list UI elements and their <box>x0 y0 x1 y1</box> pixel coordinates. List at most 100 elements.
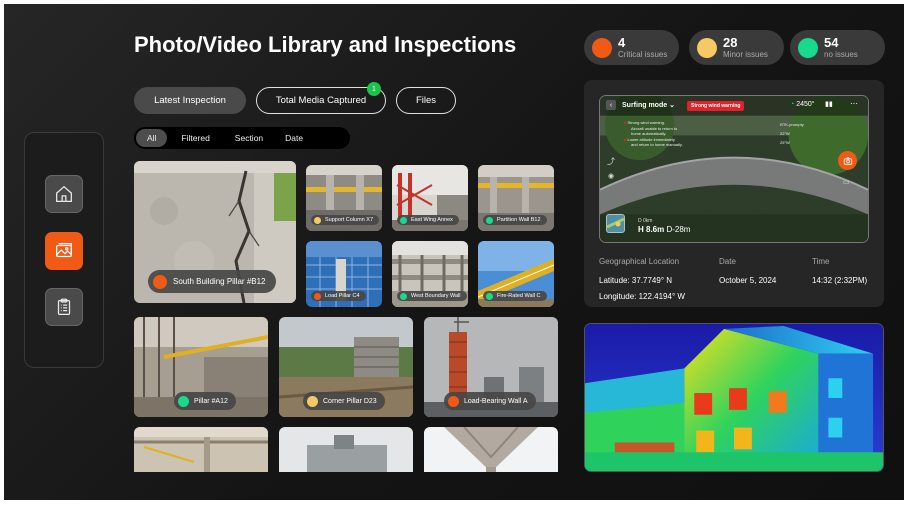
date-heading: Date <box>719 257 736 266</box>
map-icon <box>606 217 625 229</box>
gallery-item-label: West Boundary Wall <box>411 293 461 299</box>
filter-filtered[interactable]: Filtered <box>167 129 223 147</box>
flight-icon[interactable]: ⤴ <box>607 156 615 167</box>
gallery-item[interactable] <box>424 427 558 472</box>
construction-photo <box>134 427 268 472</box>
status-dot <box>448 395 459 407</box>
status-dot <box>178 395 189 407</box>
total-media-label: Total Media Captured <box>275 95 367 106</box>
drone-camera-view[interactable]: ‹ Surfing mode ⌄ Strong wind warning ◔ 2… <box>599 95 869 243</box>
gallery-item-label: East Wing Annex <box>411 217 453 223</box>
stat-no-issues[interactable]: 54 no issues <box>790 30 885 65</box>
speed-value: 2450° <box>796 101 815 108</box>
gallery-item-tag: Corner Pillar D23 <box>303 392 385 410</box>
alert-icon: ■ <box>624 136 627 142</box>
drone-inspection-panel: ‹ Surfing mode ⌄ Strong wind warning ◔ 2… <box>584 80 884 307</box>
thermal-house-image <box>585 324 883 471</box>
longitude-value: Longitude: 122.4194° W <box>599 292 685 301</box>
rtk-line: 22°W <box>780 131 790 136</box>
drone-mode[interactable]: Surfing mode ⌄ <box>622 101 675 109</box>
gallery-item[interactable]: Support Column X7 <box>306 165 382 231</box>
total-media-button[interactable]: Total Media Captured 1 <box>256 82 386 114</box>
drone-mode-label: Surfing mode <box>622 102 668 109</box>
no-issue-status-dot <box>798 37 818 58</box>
filter-all[interactable]: All <box>136 129 168 147</box>
rtk-info: RTK-prompty 22°W 25°W <box>780 120 804 147</box>
more-icon[interactable]: ⋯ <box>850 99 858 108</box>
gallery-item[interactable]: South Building Pillar #B12 <box>134 161 296 303</box>
gallery-item[interactable]: Load-Bearing Wall A <box>424 317 558 417</box>
sidebar-item-gallery[interactable] <box>45 232 83 270</box>
location-info: Geographical Location Latitude: 37.7749°… <box>599 257 685 305</box>
speed-icon: ◔ <box>790 101 795 108</box>
gallery-item[interactable]: Fire-Rated Wall C <box>478 241 554 307</box>
gallery-item[interactable] <box>134 427 268 472</box>
minor-status-dot <box>697 37 717 58</box>
status-dot <box>314 216 321 224</box>
critical-count: 4 <box>618 35 626 50</box>
chevron-down-icon: ⌄ <box>669 102 675 109</box>
gallery-item-tag: West Boundary Wall <box>397 291 467 301</box>
wind-warning-badge: Strong wind warning <box>687 101 745 111</box>
back-icon[interactable]: ‹ <box>606 100 616 110</box>
camera-icon <box>843 156 852 165</box>
record-icon[interactable]: ◉ <box>608 172 614 180</box>
gallery-item[interactable]: Pillar #A12 <box>134 317 268 417</box>
sidebar <box>24 132 104 368</box>
stat-minor-issues[interactable]: 28 Minor issues <box>689 30 784 65</box>
gallery-item-label: Fire-Rated Wall C <box>497 293 541 299</box>
height-value: H 8.6m <box>638 225 665 234</box>
gallery-item-label: South Building Pillar #B12 <box>173 277 266 286</box>
camera-shutter-button[interactable] <box>838 151 857 170</box>
speed-readout: ◔ 2450° <box>790 101 815 108</box>
minimap-icon[interactable] <box>606 214 625 233</box>
gallery-item-label: Partition Wall B12 <box>497 217 541 223</box>
date-info: Date October 5, 2024 <box>719 257 776 289</box>
status-dot <box>314 292 321 300</box>
gallery-item-label: Support Column X7 <box>325 217 373 223</box>
gallery-item[interactable]: Corner Pillar D23 <box>279 317 413 417</box>
bridge-underside-photo <box>424 427 558 472</box>
status-dot <box>486 216 493 224</box>
d-value: D-28m <box>666 225 691 234</box>
video-mode-icon[interactable]: ▭ <box>843 178 850 186</box>
thermal-image[interactable] <box>584 323 884 472</box>
altitude-readout: H 8.6m D-28m <box>638 225 690 234</box>
gallery-icon <box>56 243 72 258</box>
gallery-item-tag: Support Column X7 <box>311 215 379 225</box>
gallery-item[interactable]: Partition Wall B12 <box>478 165 554 231</box>
gallery-item-label: Load Pillar C4 <box>325 293 360 299</box>
status-dot <box>153 274 167 289</box>
gallery-item-tag: East Wing Annex <box>397 215 459 225</box>
time-info: Time 14:32 (2:32PM) <box>812 257 867 289</box>
gallery-item[interactable]: East Wing Annex <box>392 165 468 231</box>
gallery-item-tag: Partition Wall B12 <box>483 215 547 225</box>
files-button[interactable]: Files <box>396 87 456 114</box>
gallery-item-label: Corner Pillar D23 <box>323 397 377 405</box>
gallery-item-tag: Load-Bearing Wall A <box>444 392 536 410</box>
sidebar-item-reports[interactable] <box>45 288 83 326</box>
gallery-item[interactable]: West Boundary Wall <box>392 241 468 307</box>
filter-section[interactable]: Section <box>224 129 274 147</box>
time-value: 14:32 (2:32PM) <box>812 276 868 285</box>
gallery-item[interactable] <box>279 427 413 472</box>
gallery-item-label: Load-Bearing Wall A <box>464 397 528 405</box>
rtk-line: RTK-prompty <box>780 122 804 127</box>
critical-status-dot <box>592 37 612 58</box>
clipboard-icon <box>57 298 71 315</box>
signal-icon: ▮▮ <box>825 101 833 108</box>
distance-readout: D 0km <box>638 218 653 224</box>
filter-date[interactable]: Date <box>274 129 314 147</box>
gallery-item[interactable]: Load Pillar C4 <box>306 241 382 307</box>
latest-inspection-button[interactable]: Latest Inspection <box>134 87 246 114</box>
status-dot <box>400 292 407 300</box>
warning-line: Strong wind warning. <box>627 120 665 125</box>
tower-photo <box>279 427 413 472</box>
critical-label: Critical issues <box>618 50 668 59</box>
gallery-item-tag: South Building Pillar #B12 <box>148 270 276 293</box>
sidebar-item-home[interactable] <box>45 175 83 213</box>
minor-label: Minor issues <box>723 50 768 59</box>
time-heading: Time <box>812 257 830 266</box>
stat-critical-issues[interactable]: 4 Critical issues <box>584 30 679 65</box>
date-value: October 5, 2024 <box>719 276 777 285</box>
